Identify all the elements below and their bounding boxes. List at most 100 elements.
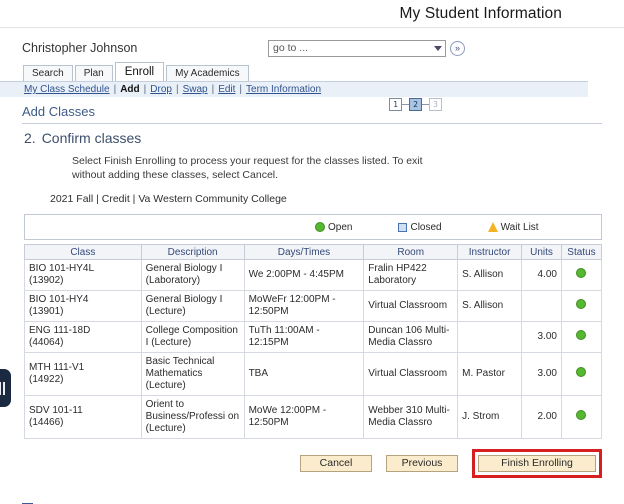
goto-select-value: go to ...	[273, 41, 309, 54]
step-3: 3	[429, 98, 442, 111]
legend-closed-label: Closed	[410, 221, 442, 233]
status-open-icon	[576, 367, 587, 377]
goto-select[interactable]: go to ...	[268, 39, 446, 57]
cell-description: General Biology I (Lecture)	[140, 290, 245, 322]
cell-days-times: MoWe 12:00PM - 12:50PM	[243, 395, 365, 439]
cell-days-times: TBA	[243, 352, 365, 396]
subnav-separator: |	[113, 84, 117, 95]
cell-units: 4.00	[521, 259, 562, 291]
blue-square-icon	[398, 222, 408, 232]
table-row: MTH 111-V1 (14922) Basic Technical Mathem…	[24, 352, 603, 396]
subnav-term-information[interactable]: Term Information	[246, 84, 321, 95]
app-banner: My Student Information	[0, 0, 624, 28]
step-2[interactable]: 2	[409, 98, 422, 111]
cell-status	[560, 321, 603, 353]
status-open-icon	[576, 299, 587, 309]
step-connector	[422, 104, 429, 105]
legend-open-label: Open	[328, 221, 353, 233]
cell-room: Virtual Classroom	[363, 352, 459, 396]
goto-submit-button[interactable]: »	[450, 40, 465, 56]
table-row: SDV 101-11 (14466) Orient to Business/Pro…	[24, 395, 603, 439]
cell-room: Duncan 106 Multi-Media Classro	[363, 321, 459, 353]
column-header-status: Status	[560, 244, 603, 260]
tab-enroll[interactable]: Enroll	[114, 62, 165, 81]
subnav-swap[interactable]: Swap	[183, 84, 208, 95]
subnav-separator: |	[211, 84, 215, 95]
subnav-separator: |	[143, 84, 147, 95]
cell-instructor: M. Pastor	[457, 352, 523, 396]
column-header-units: Units	[521, 244, 562, 260]
add-classes-heading: Add Classes	[22, 104, 95, 119]
sidebar-toggle-handle[interactable]	[0, 369, 11, 407]
tab-plan[interactable]: Plan	[74, 65, 113, 81]
class-code: BIO 101-HY4	[29, 294, 89, 305]
subnav-drop[interactable]: Drop	[150, 84, 172, 95]
confirm-classes-table: Class Description Days/Times Room Instru…	[24, 244, 603, 439]
table-row: BIO 101-HY4L (13902) General Biology I (L…	[24, 259, 603, 291]
cell-class: ENG 111-18D (44064)	[24, 321, 142, 353]
cell-instructor	[457, 321, 523, 353]
step-1[interactable]: 1	[389, 98, 402, 111]
subnav-separator: |	[175, 84, 179, 95]
cell-class: BIO 101-HY4 (13901)	[24, 290, 142, 322]
class-code: ENG 111-18D	[29, 325, 91, 336]
class-number: (44064)	[29, 337, 64, 348]
header-divider	[22, 123, 602, 124]
status-legend: Open Closed Wait List	[24, 214, 602, 240]
legend-wait-list-label: Wait List	[500, 221, 539, 233]
cell-room: Virtual Classroom	[363, 290, 459, 322]
legend-wait-list: Wait List	[487, 221, 539, 233]
subnav-add[interactable]: Add	[120, 84, 139, 95]
cell-status	[560, 395, 603, 439]
cell-description: General Biology I (Laboratory)	[140, 259, 245, 291]
class-code: MTH 111-V1	[29, 362, 85, 373]
table-header-row: Class Description Days/Times Room Instru…	[24, 244, 603, 260]
finish-enrolling-button[interactable]: Finish Enrolling	[478, 455, 596, 472]
cell-description: College Composition I (Lecture)	[140, 321, 245, 353]
class-number: (14466)	[29, 417, 64, 428]
column-header-instructor: Instructor	[457, 244, 523, 260]
subnav-my-class-schedule[interactable]: My Class Schedule	[24, 84, 110, 95]
goto-group: go to ... »	[268, 39, 465, 57]
status-open-icon	[576, 330, 587, 340]
cell-room: Fralin HP422 Laboratory	[363, 259, 459, 291]
handle-bar-icon	[0, 381, 1, 395]
step-indicator: 1 2 3	[389, 98, 442, 111]
cell-units: 3.00	[521, 352, 562, 396]
class-number: (13901)	[29, 306, 64, 317]
previous-button[interactable]: Previous	[386, 455, 458, 472]
page-body: Christopher Johnson go to ... » Search P…	[0, 28, 624, 504]
cell-units: 3.00	[521, 321, 562, 353]
cell-instructor: S. Allison	[457, 290, 523, 322]
tab-my-academics[interactable]: My Academics	[166, 65, 249, 81]
table-row: ENG 111-18D (44064) College Composition I…	[24, 321, 603, 353]
cell-class: SDV 101-11 (14466)	[24, 395, 142, 439]
cell-units	[521, 290, 562, 322]
subnav-separator: |	[239, 84, 243, 95]
status-open-icon	[576, 410, 587, 420]
status-open-icon	[576, 268, 587, 278]
tab-search[interactable]: Search	[23, 65, 73, 81]
finish-enrolling-highlight: Finish Enrolling	[472, 449, 602, 478]
go-to-top-link[interactable]: ↑ Go to top	[0, 478, 624, 504]
cell-status	[560, 352, 603, 396]
cancel-button[interactable]: Cancel	[300, 455, 372, 472]
cell-days-times: We 2:00PM - 4:45PM	[243, 259, 365, 291]
class-code: BIO 101-HY4L	[29, 263, 95, 274]
action-button-row: Cancel Previous Finish Enrolling	[0, 439, 624, 478]
class-number: (14922)	[29, 374, 64, 385]
cell-status	[560, 259, 603, 291]
cell-room: Webber 310 Multi-Media Classro	[363, 395, 459, 439]
legend-open: Open	[315, 222, 352, 233]
chevron-down-icon	[434, 45, 442, 51]
page-title: My Student Information	[399, 4, 562, 22]
user-name: Christopher Johnson	[22, 41, 138, 55]
cell-instructor: S. Allison	[457, 259, 523, 291]
term-info-line: 2021 Fall | Credit | Va Western Communit…	[50, 193, 287, 205]
sub-navigation: My Class Schedule | Add | Drop | Swap | Edit | Ter…	[0, 81, 588, 97]
table-row: BIO 101-HY4 (13901) General Biology I (Le…	[24, 290, 603, 322]
column-header-class: Class	[24, 244, 142, 260]
yellow-triangle-icon	[487, 222, 498, 232]
step-connector	[402, 104, 409, 105]
subnav-edit[interactable]: Edit	[218, 84, 235, 95]
